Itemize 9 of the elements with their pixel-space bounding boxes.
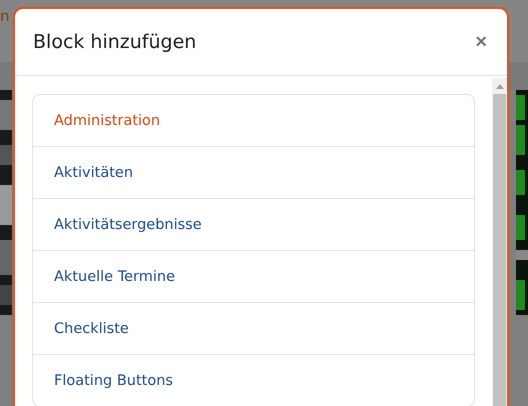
scroll-up-icon[interactable] — [496, 84, 504, 89]
list-item[interactable]: Floating Buttons — [33, 354, 474, 406]
list-item[interactable]: Aktuelle Termine — [33, 250, 474, 302]
dialog-title: Block hinzufügen — [33, 31, 196, 53]
close-button[interactable]: × — [471, 30, 491, 54]
list-item[interactable]: Administration — [33, 95, 474, 146]
list-item[interactable]: Aktivitätsergebnisse — [33, 198, 474, 250]
list-item[interactable]: Checkliste — [33, 302, 474, 354]
list-item[interactable]: Aktivitäten — [33, 146, 474, 198]
